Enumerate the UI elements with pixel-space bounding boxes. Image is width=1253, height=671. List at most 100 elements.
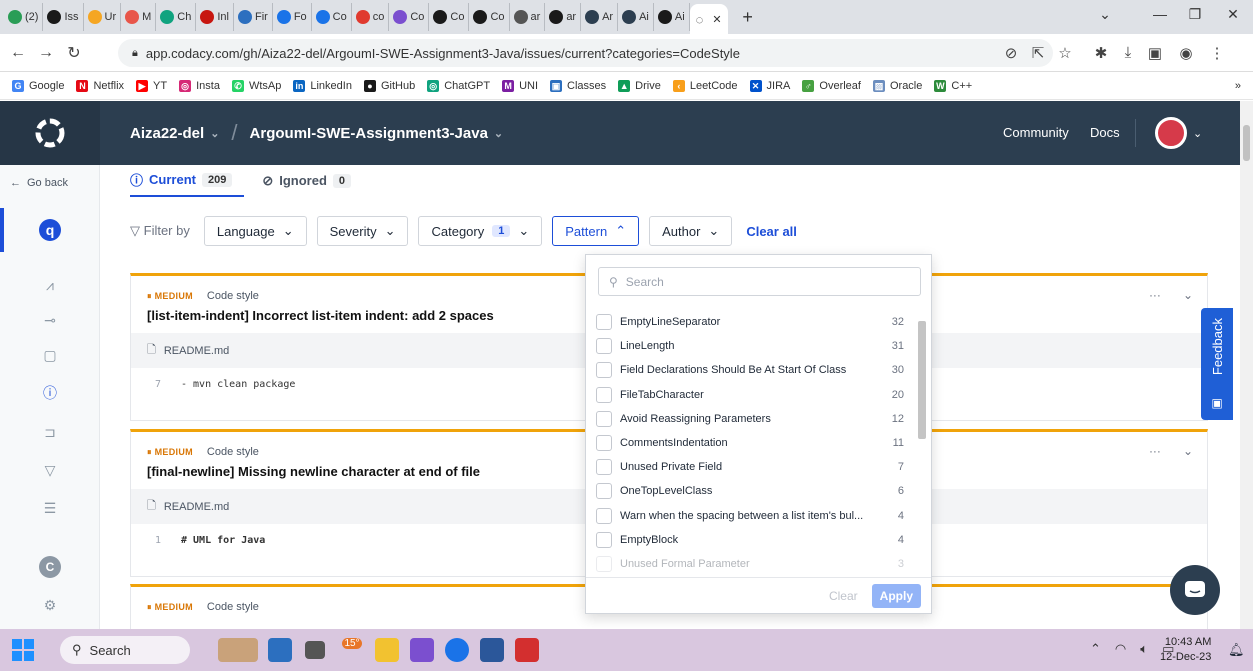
chevron-down-icon[interactable]: ⌄ (1183, 444, 1193, 458)
repo-selector[interactable]: ArgoumI-SWE-Assignment3-Java ⌄ (250, 125, 504, 142)
org-selector[interactable]: Aiza22-del ⌄ (130, 125, 219, 142)
browser-tab[interactable]: Ai (618, 3, 654, 31)
browser-tab[interactable]: co (352, 3, 390, 31)
download-icon[interactable]: ⤓ (1117, 44, 1139, 61)
bookmark-item[interactable]: ✕ JIRA (744, 79, 797, 92)
more-icon[interactable]: ··· (1149, 288, 1161, 302)
url-field[interactable]: 🔒︎ app.codacy.com/gh/Aiza22-del/ArgoumI-… (118, 39, 1053, 67)
pattern-option[interactable]: Unused Formal Parameter 3 (596, 552, 918, 572)
sidebar-item-files[interactable]: ▢ (0, 340, 100, 370)
task-view-icon[interactable] (305, 641, 325, 659)
acrobat-icon[interactable] (515, 638, 539, 662)
bookmark-item[interactable]: ‹ LeetCode (667, 79, 744, 92)
pattern-filter[interactable]: Pattern ⌃ (552, 216, 640, 246)
pattern-option[interactable]: LineLength 31 (596, 334, 918, 358)
more-icon[interactable]: ··· (1149, 444, 1161, 458)
browser-tab[interactable]: M (121, 3, 157, 31)
bookmark-item[interactable]: M UNI (496, 79, 544, 92)
sidebar-item-pull-requests[interactable]: ⊐ (0, 417, 100, 447)
file-explorer-icon[interactable] (375, 638, 399, 662)
active-tab[interactable]: ◌ ✕ (689, 4, 728, 34)
chevron-down-icon[interactable]: ⌄ (1183, 288, 1193, 302)
dropdown-clear-button[interactable]: Clear (829, 589, 858, 603)
feedback-tab[interactable]: Feedback ▣ (1201, 308, 1233, 420)
pattern-checkbox[interactable] (596, 314, 612, 331)
extensions-icon[interactable]: ✱ (1090, 44, 1112, 62)
tab-ignored[interactable]: ⊘ Ignored 0 (262, 173, 352, 195)
author-filter[interactable]: Author ⌄ (649, 216, 733, 246)
bookmark-item[interactable]: ▲ Drive (612, 79, 667, 92)
sidebar-item-issues[interactable]: q (0, 215, 100, 245)
page-scrollbar[interactable] (1240, 101, 1253, 629)
pattern-checkbox[interactable] (596, 362, 612, 379)
volume-icon[interactable]: 🔈︎ (1140, 641, 1148, 657)
browser-tab[interactable]: ar (510, 3, 546, 31)
bookmark-item[interactable]: ✆ WtsAp (226, 79, 287, 92)
bookmark-item[interactable]: G Google (6, 79, 70, 92)
reload-icon[interactable]: ↻ (60, 43, 88, 63)
sidebar-item-coverage[interactable]: C (0, 552, 100, 582)
browser-tab[interactable]: Ur (84, 3, 122, 31)
pattern-checkbox[interactable] (596, 386, 612, 403)
dropdown-apply-button[interactable]: Apply (871, 583, 921, 608)
pattern-option[interactable]: Avoid Reassigning Parameters 12 (596, 407, 918, 431)
pattern-option[interactable]: Unused Private Field 7 (596, 455, 918, 479)
pattern-option[interactable]: Warn when the spacing between a list ite… (596, 504, 918, 528)
browser-tab[interactable]: Co (312, 3, 352, 31)
forward-arrow-icon[interactable]: → (32, 44, 60, 62)
browser-tab[interactable]: Co (429, 3, 470, 31)
language-filter[interactable]: Language ⌄ (203, 216, 307, 246)
browser-menu-icon[interactable]: ⋮ (1206, 44, 1228, 62)
minimize-button[interactable]: — (1145, 6, 1175, 22)
bookmark-item[interactable]: ▨ Oracle (867, 79, 928, 92)
close-window-button[interactable]: ✕ (1218, 6, 1248, 23)
bookmark-item[interactable]: in LinkedIn (287, 79, 358, 92)
notification-icon[interactable]: 🔔︎ (1228, 642, 1245, 658)
community-link[interactable]: Community (1003, 125, 1069, 140)
weather-icon[interactable]: 15° (340, 638, 364, 662)
browser-tab[interactable]: Inl (196, 3, 234, 31)
pattern-option[interactable]: OneTopLevelClass 6 (596, 479, 918, 503)
bookmark-item[interactable]: ◎ ChatGPT (421, 79, 496, 92)
restore-button[interactable]: ❐ (1180, 6, 1210, 23)
bookmark-item[interactable]: ▣ Classes (544, 79, 612, 92)
browser-tab[interactable]: Ch (156, 3, 197, 31)
pattern-checkbox[interactable] (596, 507, 612, 524)
widgets-icon[interactable] (218, 638, 258, 662)
browser-tab[interactable]: Co (389, 3, 430, 31)
clear-all-button[interactable]: Clear all (746, 224, 797, 239)
docs-link[interactable]: Docs (1090, 125, 1120, 140)
bookmark-item[interactable]: N Netflix (70, 79, 130, 92)
side-panel-icon[interactable]: ▣ (1144, 44, 1166, 62)
pattern-checkbox[interactable] (596, 531, 612, 548)
bookmark-star-icon[interactable]: ☆ (1054, 44, 1076, 62)
taskbar-search[interactable]: ⚲ Search (60, 636, 190, 664)
profile-icon[interactable]: ◉ (1175, 44, 1197, 62)
bookmark-item[interactable]: ▶ YT (130, 79, 173, 92)
windows-start-icon[interactable] (12, 639, 34, 661)
pattern-option[interactable]: EmptyLineSeparator 32 (596, 310, 918, 334)
pattern-checkbox[interactable] (596, 410, 612, 427)
codacy-logo[interactable] (0, 101, 100, 165)
pattern-option[interactable]: CommentsIndentation 11 (596, 431, 918, 455)
browser-tab[interactable]: ar (545, 3, 582, 31)
go-back-link[interactable]: ← Go back (10, 177, 68, 189)
severity-filter[interactable]: Severity ⌄ (316, 216, 409, 246)
sidebar-item-commits[interactable]: ⊸ (0, 305, 100, 335)
browser-tab[interactable]: Fir (234, 3, 273, 31)
share-icon[interactable]: ⇱ (1027, 44, 1049, 62)
app-icon[interactable] (268, 638, 292, 662)
tab-current[interactable]: ⓘ Current 209 (130, 170, 245, 197)
browser-tab[interactable]: Iss (43, 3, 84, 31)
pattern-search-input[interactable]: ⚲ Search (598, 267, 921, 296)
tab-search-chevron-icon[interactable]: ⌄ (1090, 6, 1120, 23)
sidebar-item-logs[interactable]: ☰ (0, 493, 100, 523)
pattern-option[interactable]: FileTabCharacter 20 (596, 383, 918, 407)
pattern-checkbox[interactable] (596, 459, 612, 476)
pattern-checkbox[interactable] (596, 338, 612, 355)
sidebar-item-dashboard[interactable]: ⩘ (0, 270, 100, 300)
pattern-option[interactable]: EmptyBlock 4 (596, 528, 918, 552)
pattern-checkbox[interactable] (596, 435, 612, 452)
visual-studio-icon[interactable] (410, 638, 434, 662)
wifi-icon[interactable]: ◠ (1115, 641, 1126, 657)
